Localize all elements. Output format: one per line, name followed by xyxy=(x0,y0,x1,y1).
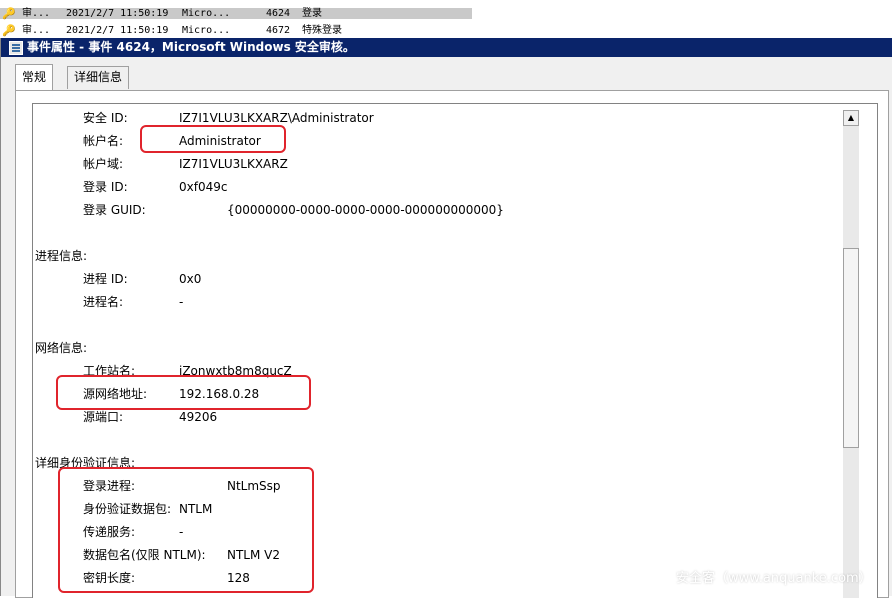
event-date: 2021/2/7 11:50:19 xyxy=(66,8,169,19)
audit-key-icon: 🔑 xyxy=(2,7,16,20)
dialog-titlebar[interactable]: 事件属性 - 事件 4624，Microsoft Windows 安全审核。 xyxy=(1,38,892,57)
watermark: 安全客（www.anquanke.com） xyxy=(676,571,872,586)
section-process-info: 进程信息: xyxy=(35,249,88,263)
field-label: 帐户名: xyxy=(83,134,124,148)
field-label: 进程名: xyxy=(83,295,124,309)
event-source: 审... xyxy=(22,25,51,36)
vertical-scrollbar[interactable]: ▲ xyxy=(843,110,859,598)
field-label: 进程 ID: xyxy=(83,272,128,286)
event-date: 2021/2/7 11:50:19 xyxy=(66,25,169,36)
highlight-account-name xyxy=(140,125,286,153)
event-id: 4624 xyxy=(266,8,291,19)
field-value: 49206 xyxy=(179,410,218,424)
event-provider: Micro... xyxy=(182,8,231,19)
field-label: 登录 ID: xyxy=(83,180,128,194)
field-value: IZ7I1VLU3LKXARZ xyxy=(179,157,288,171)
highlight-source-address xyxy=(56,375,311,410)
event-row[interactable]: 🔑 审... 2021/2/7 11:50:19 Micro... 4672 特… xyxy=(0,25,472,36)
tab-general[interactable]: 常规 xyxy=(15,64,54,90)
dialog-title: 事件属性 - 事件 4624，Microsoft Windows 安全审核。 xyxy=(27,40,355,54)
event-source: 审... xyxy=(22,8,51,19)
field-value: {00000000-0000-0000-0000-000000000000} xyxy=(227,203,504,217)
highlight-auth-details xyxy=(58,467,314,593)
event-task: 登录 xyxy=(302,8,322,19)
event-viewer-icon xyxy=(9,41,23,55)
field-value: 0xf049c xyxy=(179,180,228,194)
field-label: 登录 GUID: xyxy=(83,203,146,217)
scroll-up-button[interactable]: ▲ xyxy=(843,110,859,126)
field-label: 源端口: xyxy=(83,410,124,424)
tab-details[interactable]: 详细信息 xyxy=(67,66,130,89)
field-value: - xyxy=(179,295,184,309)
field-value: 0x0 xyxy=(179,272,202,286)
event-task: 特殊登录 xyxy=(302,25,342,36)
section-network-info: 网络信息: xyxy=(35,341,88,355)
event-provider: Micro... xyxy=(182,25,231,36)
event-id: 4672 xyxy=(266,25,291,36)
field-label: 帐户域: xyxy=(83,157,124,171)
scroll-thumb[interactable] xyxy=(843,248,859,448)
event-list: 🔑 审... 2021/2/7 11:50:19 Micro... 4624 登… xyxy=(0,0,472,38)
field-label: 安全 ID: xyxy=(83,111,128,125)
audit-key-icon: 🔑 xyxy=(2,24,16,37)
event-row[interactable]: 🔑 审... 2021/2/7 11:50:19 Micro... 4624 登… xyxy=(0,8,472,19)
